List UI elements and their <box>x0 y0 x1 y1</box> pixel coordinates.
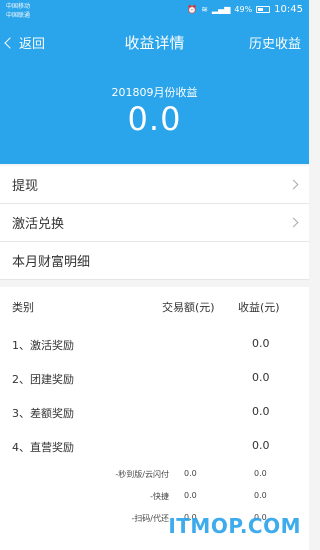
table-row-label: 4、直营奖励 <box>12 441 74 454</box>
table-row-income: 0.0 <box>252 337 270 350</box>
subrow-amount: 0.0 <box>184 469 197 478</box>
table-row-label: 3、差额奖励 <box>12 407 74 420</box>
battery-icon <box>256 6 271 13</box>
earnings-detail-table: 类别 交易额(元) 收益(元) 1、激活奖励 0.0 2、团建奖励 0.0 3、… <box>0 287 309 550</box>
menu-list: 提现 激活兑换 本月财富明细 <box>0 166 309 280</box>
monthly-detail-row: 本月财富明细 <box>0 242 309 280</box>
subrow-label: -扫码/代还 <box>131 514 169 523</box>
header: 中国移动 中国联通 ⏰ ≋ ▂▄▆ 49% 10:45 返回 收益详情 历史收益… <box>0 0 309 164</box>
withdraw-row[interactable]: 提现 <box>0 166 309 204</box>
table-row-label: 1、激活奖励 <box>12 339 74 352</box>
alarm-icon: ⏰ <box>187 4 198 14</box>
activate-redeem-row[interactable]: 激活兑换 <box>0 204 309 242</box>
subrow-label: -秒到版/云闪付 <box>115 470 169 479</box>
subrow-income: 0.0 <box>254 469 267 478</box>
history-earnings-button[interactable]: 历史收益 <box>249 33 301 52</box>
subrow-income: 0.0 <box>254 491 267 500</box>
column-header-amount: 交易额(元) <box>162 301 215 314</box>
status-bar: 中国移动 中国联通 ⏰ ≋ ▂▄▆ 49% 10:45 <box>0 0 309 22</box>
carrier-2: 中国联通 <box>6 12 31 19</box>
watermark-logo: ITMOP.COM <box>168 514 301 538</box>
month-earnings-value: 0.0 <box>127 100 182 138</box>
carrier-info: 中国移动 中国联通 <box>6 2 30 20</box>
clock: 10:45 <box>274 4 303 15</box>
navigation-bar: 返回 收益详情 历史收益 <box>0 28 309 56</box>
withdraw-label: 提现 <box>12 179 39 194</box>
chevron-right-icon <box>288 217 299 228</box>
signal-icon: ▂▄▆ <box>211 4 231 14</box>
subrow-amount: 0.0 <box>184 491 197 500</box>
activate-redeem-label: 激活兑换 <box>12 217 65 232</box>
carrier-1: 中国移动 <box>6 3 31 10</box>
battery-percent: 49% <box>234 5 253 14</box>
chevron-right-icon <box>288 179 299 190</box>
status-icons: ⏰ ≋ ▂▄▆ 49% 10:45 <box>187 4 303 15</box>
wifi-icon: ≋ <box>201 4 208 14</box>
column-header-category: 类别 <box>12 301 34 314</box>
subrow-label: -快捷 <box>150 492 169 501</box>
column-header-income: 收益(元) <box>238 301 280 314</box>
table-row-income: 0.0 <box>252 371 270 384</box>
monthly-detail-label: 本月财富明细 <box>12 255 91 270</box>
table-row-income: 0.0 <box>252 439 270 452</box>
month-earnings-label: 201809月份收益 <box>111 86 198 99</box>
table-row-label: 2、团建奖励 <box>12 373 74 386</box>
table-row-income: 0.0 <box>252 405 270 418</box>
